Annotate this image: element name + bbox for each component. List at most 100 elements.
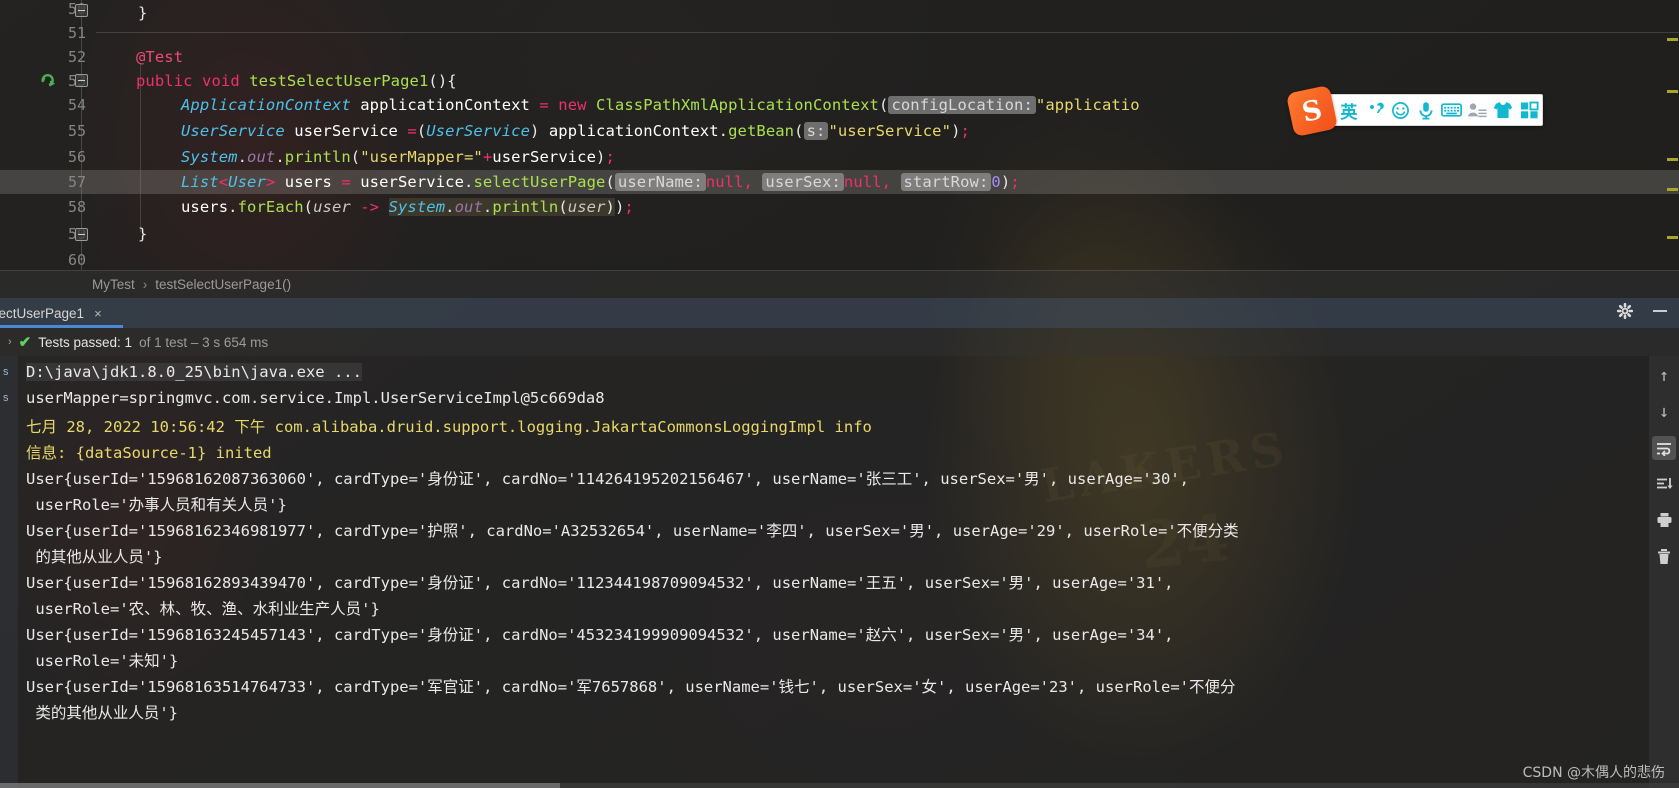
line-number: 55: [67, 122, 86, 140]
line-number: 51: [67, 24, 86, 42]
code-token: void: [202, 72, 240, 90]
code-token: System: [388, 198, 446, 216]
code-token: println: [284, 148, 351, 166]
line-number: 57: [67, 173, 86, 191]
run-test-gutter-icon[interactable]: [40, 72, 57, 89]
code-token: "userMapper=": [360, 148, 483, 166]
ide-window: 24 50 51 52 53 54 55 56 57 58 59 60: [0, 0, 1679, 788]
sogou-ime-toolbar[interactable]: S 英: [1285, 84, 1543, 138]
scrollbar-thumb[interactable]: [0, 783, 560, 788]
fold-marker[interactable]: [75, 74, 88, 87]
editor-error-stripe[interactable]: [1665, 0, 1679, 270]
soft-keyboard-icon[interactable]: [1439, 95, 1465, 125]
line-number: 50: [6, 0, 86, 18]
console-gutter-mark: s: [3, 366, 9, 378]
scroll-to-end-icon[interactable]: [1652, 472, 1676, 496]
stripe-mark[interactable]: [1667, 158, 1678, 161]
code-token: User: [228, 173, 266, 191]
code-token: null: [843, 173, 882, 191]
code-token: ApplicationContext: [181, 96, 351, 114]
code-token: applicationContext: [360, 96, 530, 114]
breadcrumb-item-method[interactable]: testSelectUserPage1(): [155, 277, 291, 292]
print-icon[interactable]: [1652, 508, 1676, 532]
voice-input-icon[interactable]: [1413, 95, 1439, 125]
code-text-area[interactable]: } @Test public void testSelectUserPage1(…: [96, 0, 1679, 270]
expander-icon[interactable]: ›: [8, 336, 12, 348]
fold-marker[interactable]: [75, 4, 88, 17]
user-center-icon[interactable]: [1465, 95, 1491, 125]
console-gutter: s s: [0, 356, 18, 788]
chevron-right-icon: ›: [142, 277, 148, 292]
console-output[interactable]: s s D:\java\jdk1.8.0_25\bin\java.exe ...…: [0, 356, 1649, 788]
tool-window-actions[interactable]: [1616, 298, 1669, 328]
console-toolbar[interactable]: ↑ ↓: [1649, 356, 1679, 788]
console-line: 的其他从业人员'}: [26, 548, 163, 566]
line-number: 56: [67, 148, 86, 166]
sogou-logo-icon[interactable]: S: [1285, 84, 1339, 138]
code-token: }: [138, 225, 148, 243]
code-token: System: [181, 148, 238, 166]
inlay-hint: s:: [803, 122, 829, 140]
trash-icon[interactable]: [1652, 544, 1676, 568]
code-token: user: [313, 198, 351, 216]
stripe-mark[interactable]: [1667, 90, 1678, 93]
console-line: User{userId='15968162893439470', cardTyp…: [26, 574, 1174, 592]
run-tab-label: electUserPage1: [0, 305, 85, 321]
stripe-mark[interactable]: [1667, 188, 1678, 191]
code-token: userService: [294, 122, 398, 140]
breadcrumb[interactable]: MyTest › testSelectUserPage1(): [0, 270, 1679, 298]
console-line: userRole='农、林、牧、渔、水利业生产人员'}: [26, 600, 380, 618]
emoji-icon[interactable]: [1388, 95, 1414, 125]
punctuation-icon[interactable]: [1362, 95, 1388, 125]
console-line: User{userId='15968163245457143', cardTyp…: [26, 626, 1174, 644]
gear-icon[interactable]: [1616, 302, 1634, 323]
stripe-mark[interactable]: [1667, 236, 1678, 239]
run-tab-bar[interactable]: electUserPage1 ×: [0, 298, 1679, 328]
console-line: D:\java\jdk1.8.0_25\bin\java.exe ...: [26, 363, 362, 381]
code-token: userService: [360, 173, 464, 191]
code-token: users: [284, 173, 332, 191]
test-status-bar[interactable]: › ✔ Tests passed: 1 of 1 test – 3 s 654 …: [0, 328, 1679, 356]
console-line: User{userId='15968163514764733', cardTyp…: [26, 678, 1236, 696]
down-arrow-icon[interactable]: ↓: [1652, 400, 1676, 424]
editor-gutter[interactable]: 50 51 52 53 54 55 56 57 58 59 60: [0, 0, 96, 270]
console-line: User{userId='15968162346981977', cardTyp…: [26, 522, 1239, 540]
tests-passed-label: Tests passed: 1: [38, 334, 133, 350]
code-token: forEach: [237, 198, 304, 216]
code-token: "userService": [828, 122, 952, 140]
skin-icon[interactable]: [1491, 95, 1517, 125]
breadcrumb-item-class[interactable]: MyTest: [92, 277, 135, 292]
code-token: user: [567, 198, 606, 216]
console-line: userRole='办事人员和有关人员'}: [26, 496, 287, 514]
console-line: 信息: {dataSource-1} inited: [26, 444, 272, 462]
line-number: 58: [67, 198, 86, 216]
code-token: "applicatio: [1035, 96, 1140, 114]
line-number: 60: [67, 251, 86, 269]
code-token: ->: [360, 198, 380, 216]
console-line: 七月 28, 2022 10:56:42 下午 com.alibaba.drui…: [26, 418, 872, 436]
run-tool-window[interactable]: electUserPage1 ×: [0, 298, 1679, 788]
code-token: selectUserPage: [473, 173, 606, 191]
code-token: out: [247, 148, 276, 166]
stripe-mark[interactable]: [1667, 38, 1678, 41]
soft-wrap-icon[interactable]: [1652, 436, 1676, 460]
close-icon[interactable]: ×: [94, 306, 102, 321]
line-number: 52: [67, 48, 86, 66]
code-token: @Test: [136, 48, 184, 66]
run-tab[interactable]: electUserPage1 ×: [0, 298, 123, 328]
code-token: users: [181, 198, 229, 216]
tests-duration-label: of 1 test – 3 s 654 ms: [139, 334, 269, 350]
line-number: 59: [6, 225, 86, 243]
up-arrow-icon[interactable]: ↑: [1652, 364, 1676, 388]
code-token: out: [454, 198, 483, 216]
console-line: userMapper=springmvc.com.service.Impl.Us…: [26, 389, 605, 407]
language-mode-icon[interactable]: 英: [1336, 95, 1362, 125]
toolbox-icon[interactable]: [1516, 95, 1542, 125]
code-editor[interactable]: 50 51 52 53 54 55 56 57 58 59 60: [0, 0, 1679, 270]
fold-marker[interactable]: [75, 228, 88, 241]
console-horizontal-scrollbar[interactable]: [0, 783, 1679, 788]
check-icon: ✔: [18, 334, 32, 351]
code-token: 0: [991, 173, 1001, 191]
minimize-icon[interactable]: [1651, 303, 1669, 323]
code-token: List: [181, 173, 219, 191]
